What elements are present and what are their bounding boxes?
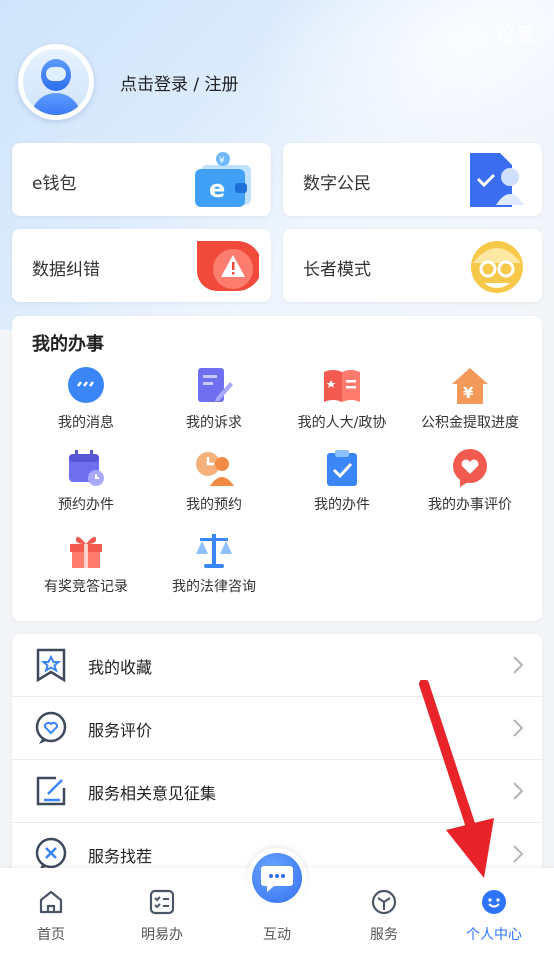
- chat-bubble-icon: [261, 866, 293, 892]
- grid-item-affair-rating[interactable]: 我的办事评价: [406, 448, 534, 514]
- heart-bubble-icon: [35, 711, 67, 744]
- card-label: 长者模式: [303, 260, 371, 280]
- grid-item-my-messages[interactable]: 我的消息: [22, 366, 150, 432]
- avatar[interactable]: [18, 44, 94, 120]
- digital-id-icon: [470, 153, 524, 207]
- e-wallet-card[interactable]: e钱包 ¥ e: [12, 143, 271, 216]
- grid-item-my-appeals[interactable]: 我的诉求: [150, 366, 278, 432]
- data-correction-card[interactable]: 数据纠错: [12, 229, 271, 302]
- clipboard-check-icon: [327, 450, 357, 486]
- section-title: 我的办事: [32, 334, 104, 355]
- tab-mingyiban[interactable]: 明易办: [117, 888, 207, 944]
- scale-icon: [196, 534, 232, 568]
- default-avatar-icon: [23, 49, 89, 115]
- home-icon: [39, 890, 63, 914]
- chevron-right-icon: [513, 845, 524, 863]
- digital-citizen-card[interactable]: 数字公民: [283, 143, 542, 216]
- heart-chat-icon: [453, 449, 487, 487]
- chevron-right-icon: [513, 656, 524, 674]
- grid-item-housing-fund[interactable]: ¥ 公积金提取进度: [406, 366, 534, 432]
- card-label: 数字公民: [303, 174, 371, 194]
- grid-item-quiz-records[interactable]: 有奖竞答记录: [22, 530, 150, 596]
- card-label: e钱包: [32, 174, 77, 194]
- calendar-clock-icon: [69, 450, 104, 486]
- grid-item-legal-consult[interactable]: 我的法律咨询: [150, 530, 278, 596]
- interaction-center-button[interactable]: [247, 848, 307, 908]
- grid-item-booking[interactable]: 预约办件: [22, 448, 150, 514]
- grid-item-congress[interactable]: 我的人大/政协: [278, 366, 406, 432]
- card-label: 数据纠错: [32, 260, 100, 280]
- star-bookmark-icon: [36, 648, 66, 682]
- annotation-arrow: [419, 680, 494, 878]
- elder-mode-card[interactable]: 长者模式: [283, 229, 542, 302]
- warning-icon: [197, 241, 259, 291]
- cube-icon: [371, 889, 397, 915]
- smile-icon: [482, 890, 506, 914]
- edit-square-icon: [36, 776, 66, 806]
- tab-home[interactable]: 首页: [6, 888, 96, 944]
- appointment-person-icon: [196, 452, 234, 486]
- housing-fund-icon: ¥: [452, 368, 488, 404]
- settings-link[interactable]: 设置: [496, 20, 536, 47]
- svg-text:¥: ¥: [219, 156, 225, 166]
- checklist-icon: [149, 889, 175, 915]
- chevron-right-icon: [513, 719, 524, 737]
- tab-services[interactable]: 服务: [339, 888, 429, 944]
- congress-book-icon: [324, 370, 360, 402]
- svg-text:e: e: [209, 175, 225, 203]
- grid-item-my-appointments[interactable]: 我的预约: [150, 448, 278, 514]
- chevron-right-icon: [513, 782, 524, 800]
- gift-icon: [70, 536, 102, 568]
- appeal-edit-icon: [198, 368, 233, 402]
- login-register-link[interactable]: 点击登录 / 注册: [120, 70, 239, 95]
- tab-personal-center[interactable]: 个人中心: [449, 888, 539, 944]
- wallet-icon: ¥ e: [195, 152, 251, 207]
- elder-icon: [471, 241, 523, 293]
- close-bubble-icon: [35, 837, 67, 870]
- grid-item-my-cases[interactable]: 我的办件: [278, 448, 406, 514]
- svg-text:¥: ¥: [463, 384, 474, 402]
- message-icon: [68, 367, 104, 403]
- my-affairs-panel: 我的办事 我的消息 我的诉求 我的人大/政协 ¥ 公积金提取进度 预约办件 我的…: [12, 316, 542, 621]
